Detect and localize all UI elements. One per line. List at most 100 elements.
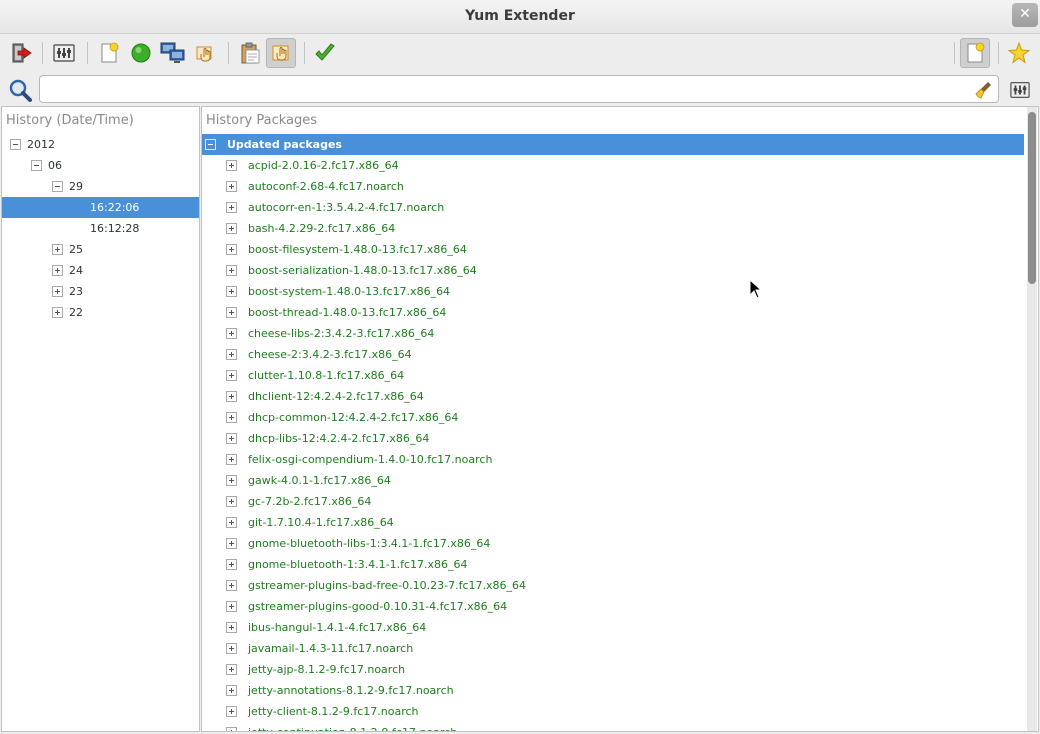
- expand-icon[interactable]: [226, 454, 237, 465]
- package-row[interactable]: felix-osgi-compendium-1.4.0-10.fc17.noar…: [202, 449, 1038, 470]
- expand-icon[interactable]: [226, 559, 237, 570]
- expand-icon[interactable]: [226, 727, 237, 731]
- expand-icon[interactable]: [226, 517, 237, 528]
- note-button[interactable]: [960, 38, 990, 68]
- search-options-button[interactable]: [1007, 78, 1033, 102]
- package-name: dhclient-12:4.2.4-2.fc17.x86_64: [248, 390, 424, 403]
- expand-icon[interactable]: [52, 307, 63, 318]
- expand-icon[interactable]: [226, 181, 237, 192]
- expand-icon[interactable]: [226, 538, 237, 549]
- expand-icon[interactable]: [226, 286, 237, 297]
- package-row[interactable]: gnome-bluetooth-1:3.4.1-1.fc17.x86_64: [202, 554, 1038, 575]
- history-tree-label: 16:12:28: [90, 222, 140, 235]
- package-row[interactable]: git-1.7.10.4-1.fc17.x86_64: [202, 512, 1038, 533]
- package-row[interactable]: dhclient-12:4.2.4-2.fc17.x86_64: [202, 386, 1038, 407]
- package-row[interactable]: gstreamer-plugins-good-0.10.31-4.fc17.x8…: [202, 596, 1038, 617]
- package-row[interactable]: gawk-4.0.1-1.fc17.x86_64: [202, 470, 1038, 491]
- clipboard-button[interactable]: [235, 38, 265, 68]
- expand-icon[interactable]: [226, 307, 237, 318]
- package-row[interactable]: dhcp-common-12:4.2.4-2.fc17.x86_64: [202, 407, 1038, 428]
- expand-icon[interactable]: [226, 475, 237, 486]
- package-row[interactable]: jetty-ajp-8.1.2-9.fc17.noarch: [202, 659, 1038, 680]
- expand-icon[interactable]: [226, 412, 237, 423]
- vertical-scrollbar[interactable]: [1027, 107, 1037, 731]
- expand-icon[interactable]: [226, 601, 237, 612]
- toolbar-separator: [304, 42, 305, 64]
- expand-icon[interactable]: [226, 664, 237, 675]
- package-row[interactable]: cheese-libs-2:3.4.2-3.fc17.x86_64: [202, 323, 1038, 344]
- package-row[interactable]: boost-system-1.48.0-13.fc17.x86_64: [202, 281, 1038, 302]
- expand-icon[interactable]: [226, 685, 237, 696]
- history-tree-row[interactable]: 06: [2, 155, 199, 176]
- package-row[interactable]: boost-thread-1.48.0-13.fc17.x86_64: [202, 302, 1038, 323]
- history-tree-row[interactable]: 24: [2, 260, 199, 281]
- repositories-button[interactable]: [158, 38, 188, 68]
- history-tree-row[interactable]: 16:22:06: [2, 197, 199, 218]
- expand-icon[interactable]: [226, 370, 237, 381]
- package-row[interactable]: jetty-client-8.1.2-9.fc17.noarch: [202, 701, 1038, 722]
- scrollbar-thumb[interactable]: [1028, 112, 1036, 284]
- history-tree-row[interactable]: 22: [2, 302, 199, 323]
- expand-icon[interactable]: [52, 286, 63, 297]
- select-button[interactable]: [190, 38, 220, 68]
- package-row[interactable]: clutter-1.10.8-1.fc17.x86_64: [202, 365, 1038, 386]
- expand-icon[interactable]: [226, 328, 237, 339]
- history-tree-row[interactable]: 23: [2, 281, 199, 302]
- history-tree-row[interactable]: 25: [2, 239, 199, 260]
- package-row[interactable]: autocorr-en-1:3.5.4.2-4.fc17.noarch: [202, 197, 1038, 218]
- history-tree-row[interactable]: 16:12:28: [2, 218, 199, 239]
- package-row[interactable]: gc-7.2b-2.fc17.x86_64: [202, 491, 1038, 512]
- expand-icon[interactable]: [226, 265, 237, 276]
- package-row[interactable]: boost-filesystem-1.48.0-13.fc17.x86_64: [202, 239, 1038, 260]
- expand-icon[interactable]: [226, 643, 237, 654]
- package-row[interactable]: jetty-annotations-8.1.2-9.fc17.noarch: [202, 680, 1038, 701]
- updated-packages-group[interactable]: Updated packages: [202, 134, 1024, 155]
- package-row[interactable]: javamail-1.4.3-11.fc17.noarch: [202, 638, 1038, 659]
- package-row[interactable]: cheese-2:3.4.2-3.fc17.x86_64: [202, 344, 1038, 365]
- package-row[interactable]: jetty-continuation-8.1.2-9.fc17.noarch: [202, 722, 1038, 731]
- package-name: dhcp-libs-12:4.2.4-2.fc17.x86_64: [248, 432, 430, 445]
- expand-icon[interactable]: [226, 433, 237, 444]
- apply-button[interactable]: [310, 38, 340, 68]
- select-icon: [196, 46, 212, 62]
- collapse-icon[interactable]: [31, 160, 42, 171]
- package-row[interactable]: autoconf-2.68-4.fc17.noarch: [202, 176, 1038, 197]
- hand-button[interactable]: [266, 38, 296, 68]
- expand-icon[interactable]: [226, 223, 237, 234]
- package-row[interactable]: boost-serialization-1.48.0-13.fc17.x86_6…: [202, 260, 1038, 281]
- new-task-button[interactable]: [94, 38, 124, 68]
- expand-icon[interactable]: [52, 244, 63, 255]
- package-row[interactable]: acpid-2.0.16-2.fc17.x86_64: [202, 155, 1038, 176]
- package-name: felix-osgi-compendium-1.4.0-10.fc17.noar…: [248, 453, 493, 466]
- close-button[interactable]: ✕: [1012, 3, 1038, 27]
- expand-icon[interactable]: [52, 265, 63, 276]
- search-input[interactable]: [39, 75, 999, 103]
- expand-icon[interactable]: [226, 160, 237, 171]
- run-button[interactable]: [126, 38, 156, 68]
- collapse-icon[interactable]: [205, 139, 216, 150]
- package-name: autoconf-2.68-4.fc17.noarch: [248, 180, 404, 193]
- package-row[interactable]: gnome-bluetooth-libs-1:3.4.1-1.fc17.x86_…: [202, 533, 1038, 554]
- package-row[interactable]: bash-4.2.29-2.fc17.x86_64: [202, 218, 1038, 239]
- expand-icon[interactable]: [226, 580, 237, 591]
- history-tree-row[interactable]: 29: [2, 176, 199, 197]
- history-tree-row[interactable]: 2012: [2, 134, 199, 155]
- expand-icon[interactable]: [226, 706, 237, 717]
- expand-icon[interactable]: [226, 349, 237, 360]
- package-row[interactable]: ibus-hangul-1.4.1-4.fc17.x86_64: [202, 617, 1038, 638]
- package-row[interactable]: gstreamer-plugins-bad-free-0.10.23-7.fc1…: [202, 575, 1038, 596]
- expand-icon[interactable]: [226, 391, 237, 402]
- package-row[interactable]: dhcp-libs-12:4.2.4-2.fc17.x86_64: [202, 428, 1038, 449]
- expand-icon[interactable]: [226, 496, 237, 507]
- preferences-button[interactable]: [49, 38, 79, 68]
- expand-icon[interactable]: [226, 622, 237, 633]
- favorites-button[interactable]: [1004, 38, 1034, 68]
- package-name: gc-7.2b-2.fc17.x86_64: [248, 495, 372, 508]
- expand-icon[interactable]: [226, 202, 237, 213]
- exit-button[interactable]: [6, 38, 36, 68]
- collapse-icon[interactable]: [52, 181, 63, 192]
- clipboard-icon: [241, 42, 260, 64]
- collapse-icon[interactable]: [10, 139, 21, 150]
- expand-icon[interactable]: [226, 244, 237, 255]
- clear-icon[interactable]: [974, 80, 994, 100]
